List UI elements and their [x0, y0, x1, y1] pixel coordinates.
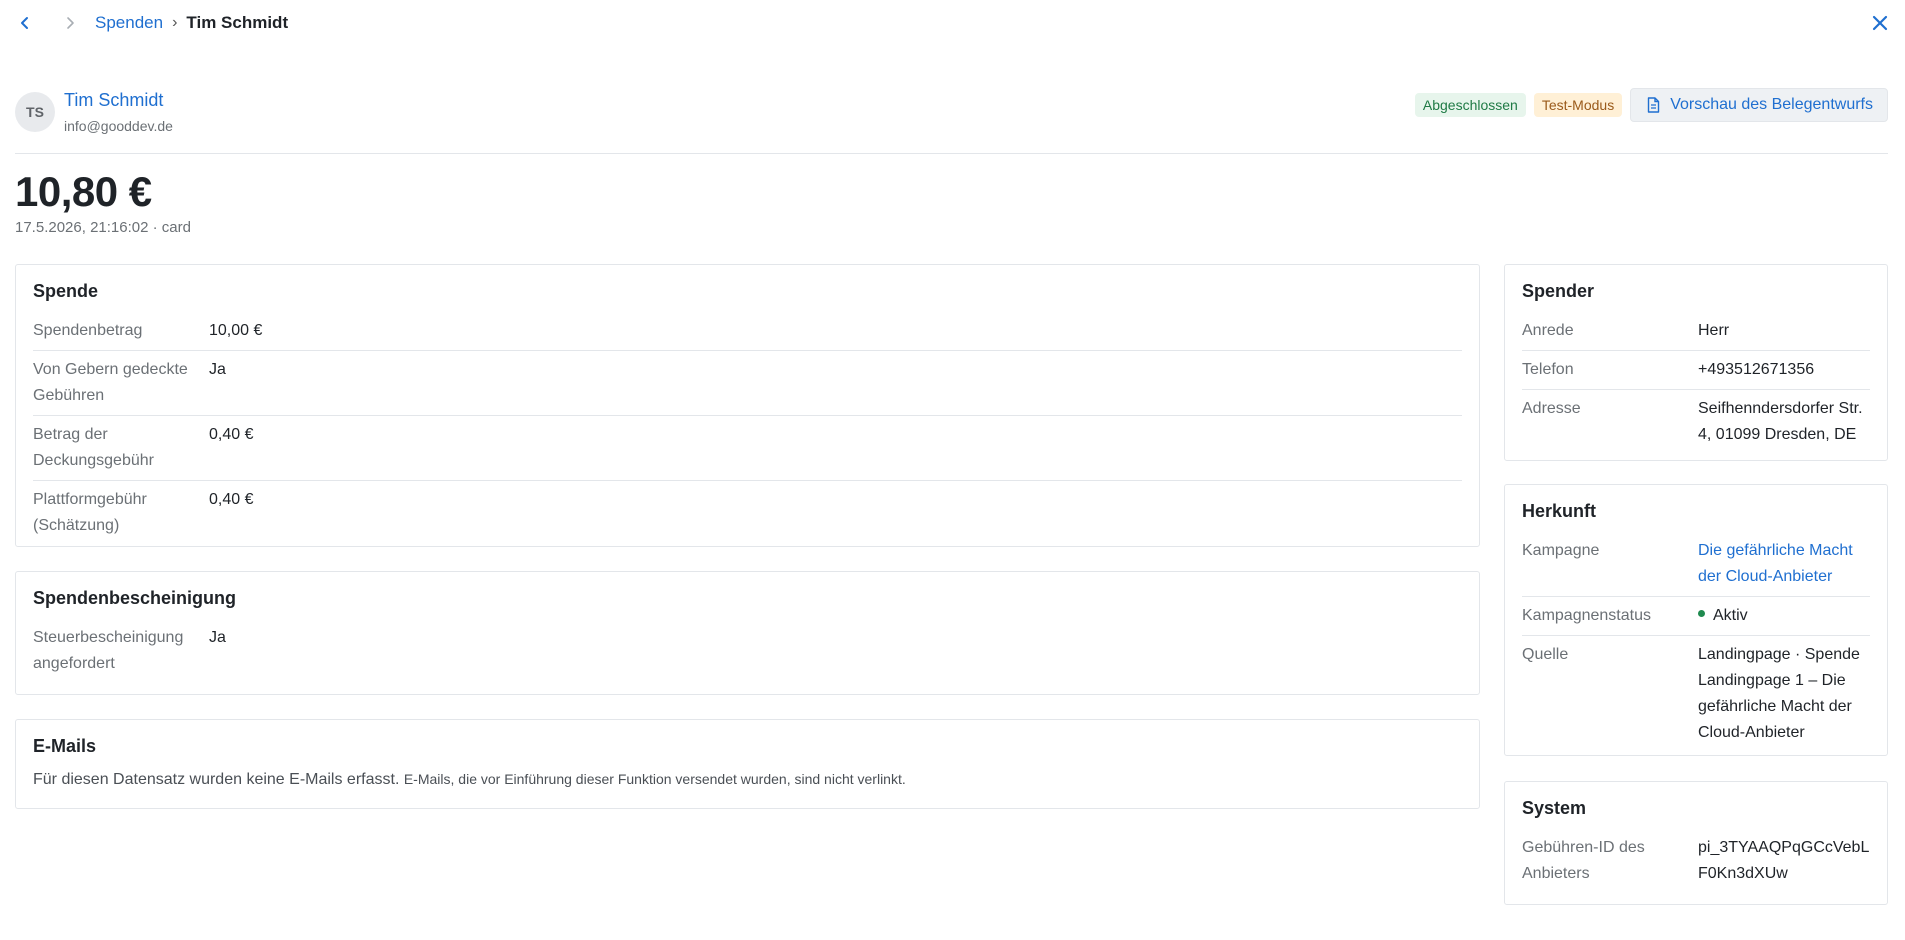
row-label: Kampagne [1522, 542, 1600, 559]
card-title: Spender [1522, 281, 1595, 301]
breadcrumb-separator: › [172, 14, 178, 31]
header-actions: Abgeschlossen Test-Modus Vorschau des Be… [1414, 88, 1888, 122]
forward-button[interactable] [57, 10, 83, 36]
close-icon [1872, 15, 1888, 31]
row-label: Plattformgebühr (Schätzung) [33, 491, 147, 534]
row-label: Adresse [1522, 400, 1581, 417]
donor-name-link[interactable]: Tim Schmidt [64, 90, 163, 111]
donation-header: TS Tim Schmidt info@gooddev.de Abgeschlo… [15, 86, 1888, 154]
detail-row: Kampagnenstatus Aktiv [1522, 597, 1870, 636]
avatar: TS [15, 92, 55, 132]
detail-row: Spendenbetrag 10,00 € [33, 312, 1462, 351]
detail-row: Betrag der Deckungsgebühr 0,40 € [33, 416, 1462, 481]
receipt-card: Spendenbescheinigung Steuerbescheinigung… [15, 571, 1480, 695]
row-label: Betrag der Deckungsgebühr [33, 426, 154, 469]
detail-row: Anrede Herr [1522, 312, 1870, 351]
row-value: Ja [209, 629, 226, 646]
row-value: Herr [1698, 322, 1730, 339]
detail-row: Gebühren-ID des Anbieters pi_3TYAAQPqGCc… [1522, 829, 1870, 893]
row-value: Landingpage · Spende Landingpage 1 – Die… [1698, 646, 1860, 741]
row-value: Ja [209, 361, 226, 378]
emails-empty-message: Für diesen Datensatz wurden keine E-Mail… [33, 767, 1462, 792]
close-button[interactable] [1867, 10, 1893, 36]
preview-receipt-button[interactable]: Vorschau des Belegentwurfs [1630, 88, 1888, 122]
donor-email: info@gooddev.de [64, 118, 173, 134]
detail-row: Steuerbescheinigung angefordert Ja [33, 619, 1462, 683]
detail-row: Kampagne Die gefährliche Macht der Cloud… [1522, 532, 1870, 597]
card-title: System [1522, 798, 1587, 818]
emails-empty-text: Für diesen Datensatz wurden keine E-Mail… [33, 771, 400, 788]
breadcrumb-link-spenden[interactable]: Spenden [95, 13, 163, 33]
row-label: Kampagnenstatus [1522, 607, 1651, 624]
detail-row: Adresse Seifhenndersdorfer Str. 4, 01099… [1522, 390, 1870, 454]
emails-card: E-Mails Für diesen Datensatz wurden kein… [15, 719, 1480, 809]
row-label: Von Gebern gedeckte Gebühren [33, 361, 188, 404]
card-title: Spendenbescheinigung [33, 588, 237, 608]
campaign-link[interactable]: Die gefährliche Macht der Cloud-Anbieter [1698, 538, 1870, 590]
test-mode-badge: Test-Modus [1533, 93, 1623, 117]
campaign-status: Aktiv [1698, 603, 1748, 629]
card-title: Herkunft [1522, 501, 1597, 521]
row-value: pi_3TYAAQPqGCcVebLF0Kn3dXUw [1698, 839, 1870, 882]
donor-card: Spender Anrede Herr Telefon +49351267135… [1504, 264, 1888, 461]
origin-card: Herkunft Kampagne Die gefährliche Macht … [1504, 484, 1888, 756]
status-badge: Abgeschlossen [1414, 93, 1526, 117]
donation-meta: 17.5.2026, 21:16:02 · card [15, 219, 191, 236]
document-icon [1648, 97, 1660, 113]
preview-receipt-label: Vorschau des Belegentwurfs [1670, 96, 1873, 113]
detail-row: Telefon +493512671356 [1522, 351, 1870, 390]
campaign-status-text: Aktiv [1713, 607, 1748, 624]
chevron-right-icon [67, 17, 74, 29]
row-value: 0,40 € [209, 426, 254, 443]
row-value: 10,00 € [209, 322, 263, 339]
row-value: Seifhenndersdorfer Str. 4, 01099 Dresden… [1698, 400, 1863, 443]
breadcrumb-current: Tim Schmidt [186, 13, 289, 32]
row-label: Quelle [1522, 646, 1569, 663]
row-label: Spendenbetrag [33, 322, 143, 339]
row-label: Telefon [1522, 361, 1574, 378]
row-label: Gebühren-ID des Anbieters [1522, 839, 1645, 882]
detail-row: Quelle Landingpage · Spende Landingpage … [1522, 636, 1870, 752]
card-title: E-Mails [33, 736, 97, 756]
card-title: Spende [33, 281, 99, 301]
status-dot-icon [1698, 610, 1705, 618]
detail-row: Von Gebern gedeckte Gebühren Ja [33, 351, 1462, 416]
back-button[interactable] [12, 10, 38, 36]
system-card: System Gebühren-ID des Anbieters pi_3TYA… [1504, 781, 1888, 905]
breadcrumb: Spenden › Tim Schmidt [95, 13, 288, 33]
row-label: Steuerbescheinigung angefordert [33, 629, 184, 672]
emails-note: E-Mails, die vor Einführung dieser Funkt… [403, 771, 906, 787]
row-value: 0,40 € [209, 491, 254, 508]
top-bar: Spenden › Tim Schmidt [0, 0, 1905, 46]
row-value: +493512671356 [1698, 361, 1815, 378]
row-label: Anrede [1522, 322, 1574, 339]
total-amount: 10,80 € [15, 168, 152, 215]
donation-card: Spende Spendenbetrag 10,00 € Von Gebern … [15, 264, 1480, 547]
chevron-left-icon [21, 17, 28, 29]
detail-row: Plattformgebühr (Schätzung) 0,40 € [33, 481, 1462, 545]
